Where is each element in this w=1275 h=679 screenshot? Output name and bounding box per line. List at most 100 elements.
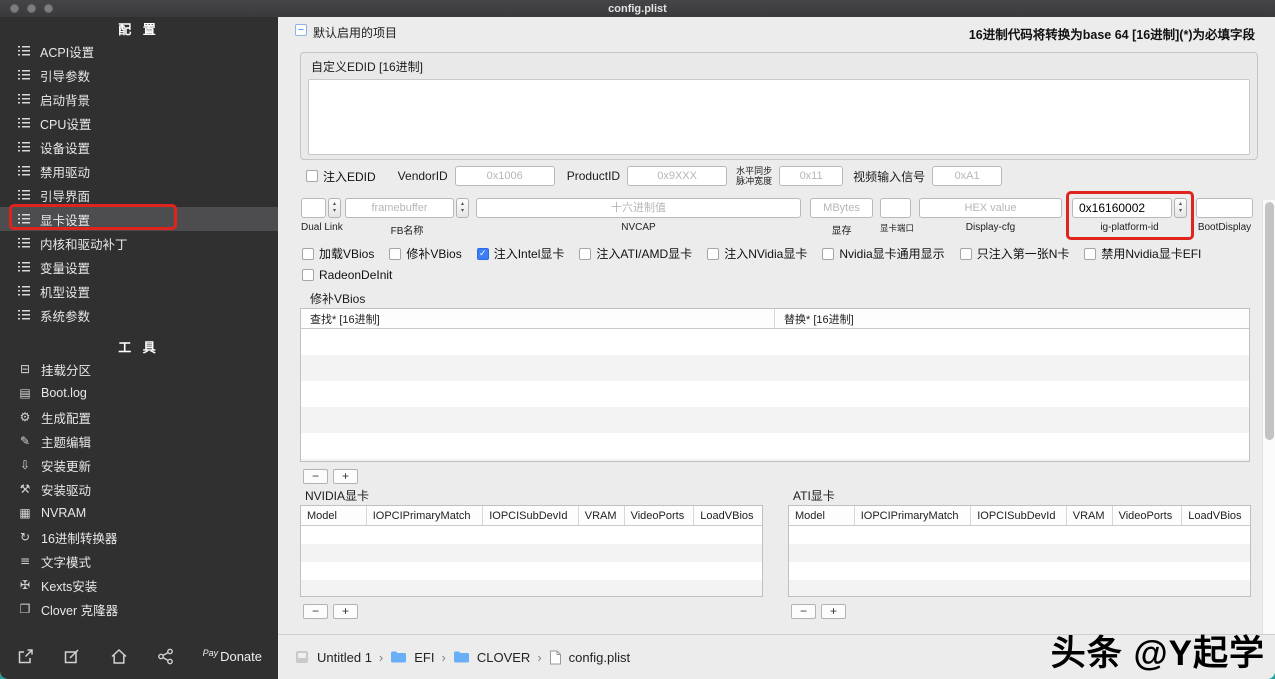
breadcrumb-item[interactable]: EFI <box>414 650 434 665</box>
column-model[interactable]: Model <box>789 506 855 525</box>
stepper-icon[interactable]: ▴ ▾ <box>456 198 469 218</box>
video-signal-label: 视频输入信号 <box>853 169 926 184</box>
checkbox-label: 注入ATI/AMD显卡 <box>596 247 693 261</box>
inject-intel-checkbox[interactable]: ✓ 注入Intel显卡 <box>476 245 564 262</box>
column-loadvbios[interactable]: LoadVBios <box>694 506 762 525</box>
patch-table-body[interactable] <box>301 329 1249 461</box>
fb-name-field[interactable] <box>345 198 454 218</box>
sidebar-item-rt-variables[interactable]: 变量设置 <box>0 255 278 279</box>
sidebar-tool-clover-cloner[interactable]: ❐ Clover 克隆器 <box>0 597 278 621</box>
home-icon[interactable] <box>109 647 129 666</box>
sidebar-item-cpu[interactable]: CPU设置 <box>0 111 278 135</box>
sidebar-item-smbios[interactable]: 机型设置 <box>0 279 278 303</box>
inject-edid-checkbox[interactable]: 注入EDID <box>306 168 376 185</box>
export-icon[interactable] <box>16 647 35 666</box>
title-bar[interactable]: config.plist <box>0 0 1275 17</box>
add-row-button[interactable]: + <box>333 469 358 484</box>
sidebar-item-disable-drivers[interactable]: 禁用驱动 <box>0 159 278 183</box>
sidebar-item-label: NVRAM <box>41 506 87 520</box>
share-icon[interactable] <box>156 647 175 666</box>
sidebar-tool-install-drivers[interactable]: ⚒ 安装驱动 <box>0 477 278 501</box>
video-signal-field[interactable] <box>932 166 1003 186</box>
sidebar-tool-install-update[interactable]: ⇩ 安装更新 <box>0 453 278 477</box>
nvcap-field[interactable] <box>476 198 801 218</box>
hsync-field[interactable] <box>779 166 844 186</box>
scrollbar-thumb[interactable] <box>1265 202 1274 440</box>
sidebar-item-system-parameters[interactable]: 系统参数 <box>0 303 278 327</box>
sidebar-item-label: 变量设置 <box>40 261 91 276</box>
boot-display-field[interactable] <box>1196 198 1253 218</box>
column-vram[interactable]: VRAM <box>1067 506 1113 525</box>
radeon-deinit-checkbox[interactable]: RadeonDeInit <box>302 268 392 282</box>
sidebar-tool-bootlog[interactable]: ▤ Boot.log <box>0 381 278 405</box>
compose-icon[interactable] <box>62 647 81 666</box>
minimize-button-icon[interactable] <box>27 4 36 13</box>
dual-link-field[interactable] <box>301 198 326 218</box>
column-iopciprimarymatch[interactable]: IOPCIPrimaryMatch <box>855 506 972 525</box>
column-videoports[interactable]: VideoPorts <box>625 506 695 525</box>
sidebar-tool-generate-config[interactable]: ⚙ 生成配置 <box>0 405 278 429</box>
column-iopciprimarymatch[interactable]: IOPCIPrimaryMatch <box>367 506 484 525</box>
vram-field[interactable] <box>810 198 873 218</box>
video-ports-field[interactable] <box>880 198 911 218</box>
nvidia-table-body[interactable] <box>301 526 762 596</box>
load-vbios-checkbox[interactable]: 加载VBios <box>302 245 374 262</box>
column-videoports[interactable]: VideoPorts <box>1113 506 1183 525</box>
maximize-button-icon[interactable] <box>44 4 53 13</box>
ati-table[interactable]: Model IOPCIPrimaryMatch IOPCISubDevId VR… <box>788 505 1251 597</box>
product-id-field[interactable] <box>627 166 728 186</box>
column-find[interactable]: 查找* [16进制] <box>301 309 775 328</box>
nvidia-single-checkbox[interactable]: 只注入第一张N卡 <box>959 245 1069 262</box>
vertical-scrollbar[interactable] <box>1262 200 1275 634</box>
sidebar-item-acpi[interactable]: ACPI设置 <box>0 39 278 63</box>
checkbox-icon <box>707 247 720 260</box>
sidebar-item-kernel-patches[interactable]: 内核和驱动补丁 <box>0 231 278 255</box>
sidebar-tool-hex-converter[interactable]: ↻ 16进制转换器 <box>0 525 278 549</box>
ati-table-body[interactable] <box>789 526 1250 596</box>
add-row-button[interactable]: + <box>821 604 846 619</box>
column-vram[interactable]: VRAM <box>579 506 625 525</box>
checkbox-icon <box>1084 247 1097 260</box>
stepper-icon[interactable]: ▴ ▾ <box>1174 198 1187 218</box>
column-replace[interactable]: 替换* [16进制] <box>775 309 1249 328</box>
patch-vbios-table[interactable]: 查找* [16进制] 替换* [16进制] <box>300 308 1250 462</box>
sidebar-item-boot-background[interactable]: 启动背景 <box>0 87 278 111</box>
ig-platform-id-group: ▴▾ ig-platform-id <box>1072 198 1187 233</box>
display-cfg-field[interactable] <box>919 198 1062 218</box>
inject-ati-checkbox[interactable]: 注入ATI/AMD显卡 <box>579 245 692 262</box>
sidebar-item-devices[interactable]: 设备设置 <box>0 135 278 159</box>
patch-vbios-checkbox[interactable]: 修补VBios <box>389 245 462 262</box>
sidebar-item-graphics[interactable]: 显卡设置 <box>0 207 278 231</box>
sidebar-tool-nvram[interactable]: ▦ NVRAM <box>0 501 278 525</box>
ig-platform-id-field[interactable] <box>1072 198 1172 218</box>
nvidia-generic-checkbox[interactable]: Nvidia显卡通用显示 <box>822 245 945 262</box>
list-icon <box>18 117 31 129</box>
breadcrumb-item[interactable]: config.plist <box>569 650 630 665</box>
sidebar-tool-text-mode[interactable]: ≡ 文字模式 <box>0 549 278 573</box>
edid-row: 注入EDID VendorID ProductID 水平同步脉冲宽度 视频输入信… <box>300 165 1261 187</box>
sidebar-item-boot-args[interactable]: 引导参数 <box>0 63 278 87</box>
remove-row-button[interactable]: − <box>303 469 328 484</box>
sidebar-tool-theme-editor[interactable]: ✎ 主题编辑 <box>0 429 278 453</box>
custom-edid-textarea[interactable] <box>308 79 1250 155</box>
column-iopcisubdevid[interactable]: IOPCISubDevId <box>483 506 579 525</box>
add-row-button[interactable]: + <box>333 604 358 619</box>
nvidia-noefi-checkbox[interactable]: 禁用Nvidia显卡EFI <box>1084 245 1201 262</box>
sidebar-tool-kexts-installer[interactable]: ✠ Kexts安装 <box>0 573 278 597</box>
breadcrumb-item[interactable]: Untitled 1 <box>317 650 372 665</box>
column-model[interactable]: Model <box>301 506 367 525</box>
donate-button[interactable]: Pay Donate <box>203 648 262 664</box>
column-iopcisubdevid[interactable]: IOPCISubDevId <box>971 506 1067 525</box>
vendor-id-field[interactable] <box>454 166 555 186</box>
remove-row-button[interactable]: − <box>791 604 816 619</box>
collapse-checkbox-icon[interactable]: − <box>295 24 307 36</box>
column-loadvbios[interactable]: LoadVBios <box>1182 506 1250 525</box>
inject-nvidia-checkbox[interactable]: 注入NVidia显卡 <box>707 245 807 262</box>
sidebar-item-gui[interactable]: 引导界面 <box>0 183 278 207</box>
remove-row-button[interactable]: − <box>303 604 328 619</box>
stepper-icon[interactable]: ▴ ▾ <box>328 198 341 218</box>
breadcrumb-item[interactable]: CLOVER <box>477 650 530 665</box>
sidebar-tool-mount-partition[interactable]: ⊟ 挂载分区 <box>0 357 278 381</box>
close-button-icon[interactable] <box>10 4 19 13</box>
nvidia-table[interactable]: Model IOPCIPrimaryMatch IOPCISubDevId VR… <box>300 505 763 597</box>
